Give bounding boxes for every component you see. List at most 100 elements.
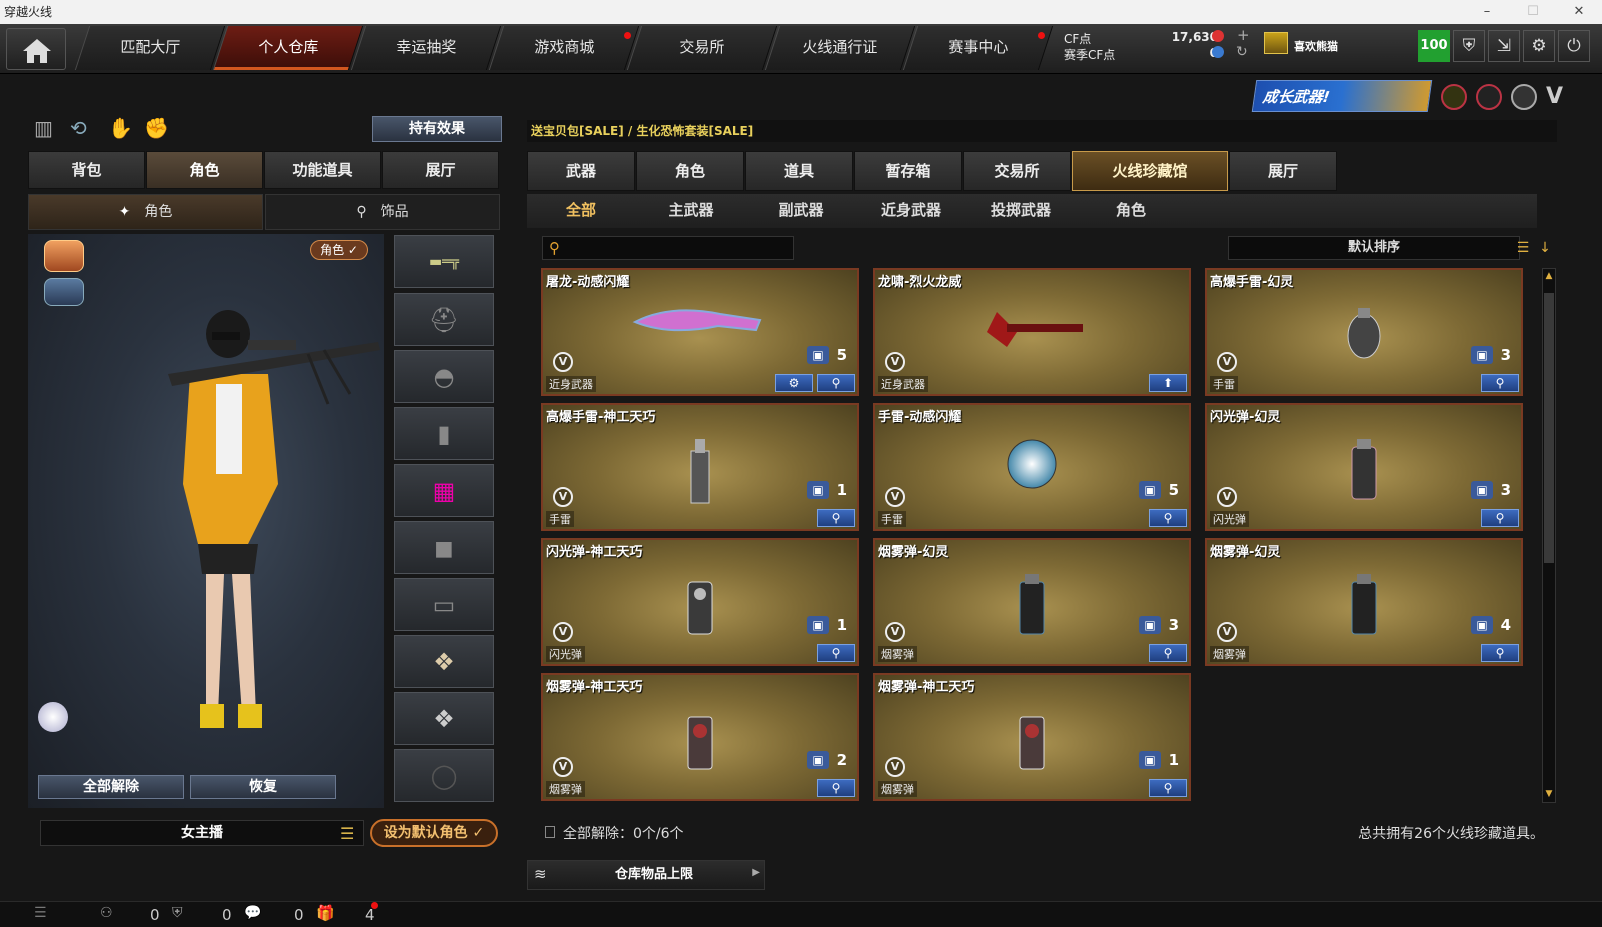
sort-dropdown[interactable]: 默认排序 <box>1228 236 1520 260</box>
item-card[interactable]: 烟雾弹-神工天巧 V ▣ 2 烟雾弹 ⚲ <box>541 673 859 801</box>
remove-all-checkbox[interactable] <box>545 826 555 838</box>
scroll-up-icon[interactable]: ▲ <box>1544 271 1554 281</box>
inspect-button[interactable]: ⚲ <box>1481 644 1519 662</box>
storage-limit-bar[interactable]: ≋ 仓库物品上限 ▶ <box>527 860 765 890</box>
subtab-character[interactable]: ✦ 角色 <box>28 194 263 230</box>
slot-primary-weapon[interactable]: ▬═╦ <box>394 235 494 288</box>
minimize-icon[interactable]: – <box>1464 0 1510 24</box>
logout-icon[interactable]: ⇲ <box>1488 30 1520 62</box>
close-icon[interactable]: ✕ <box>1556 0 1602 24</box>
item-card[interactable]: 烟雾弹-神工天巧 V ▣ 1 烟雾弹 ⚲ <box>873 673 1191 801</box>
left-tab-0[interactable]: 背包 <box>28 151 145 189</box>
filter-tab-5[interactable]: 角色 <box>1077 196 1185 226</box>
filter-tab-3[interactable]: 近身武器 <box>857 196 965 226</box>
level-badge[interactable]: 100 <box>1418 30 1450 62</box>
vip-v-icon[interactable]: V <box>1546 84 1563 109</box>
nav-tab-2[interactable]: 幸运抽奖 <box>350 26 502 70</box>
right-tab-2[interactable]: 道具 <box>745 151 853 191</box>
maximize-icon[interactable]: ☐ <box>1510 0 1556 24</box>
wolf-emblem-icon[interactable] <box>1511 84 1537 110</box>
slot-helmet[interactable]: ⛑ <box>394 293 494 346</box>
inspect-button[interactable]: ⚲ <box>817 374 855 392</box>
gear-icon[interactable]: ⚙ <box>1523 30 1555 62</box>
item-card[interactable]: 闪光弹-神工天巧 V ▣ 1 闪光弹 ⚲ <box>541 538 859 666</box>
settings-button[interactable]: ⚙ <box>775 374 813 392</box>
restore-button[interactable]: 恢复 <box>190 775 336 799</box>
inspect-button[interactable]: ⚲ <box>817 644 855 662</box>
wolf-avatar-icon[interactable] <box>44 240 84 272</box>
item-card[interactable]: 高爆手雷-幻灵 V ▣ 3 手雷 ⚲ <box>1205 268 1523 396</box>
inspect-button[interactable]: ⚲ <box>1481 374 1519 392</box>
slot-glasses[interactable]: ◓ <box>394 350 494 403</box>
set-default-character-button[interactable]: 设为默认角色 ✓ <box>370 819 498 847</box>
slot-pet[interactable]: ❖ <box>394 635 494 688</box>
left-tab-3[interactable]: 展厅 <box>382 151 499 189</box>
glove-icon[interactable]: ✊ <box>144 116 169 140</box>
item-card[interactable]: 烟雾弹-幻灵 V ▣ 3 烟雾弹 ⚲ <box>873 538 1191 666</box>
power-icon[interactable]: ⏻ <box>1558 30 1590 62</box>
rotate-view-icon[interactable]: ⟲ <box>70 116 87 140</box>
wolf-avatar-alt-icon[interactable] <box>44 278 84 306</box>
scroll-thumb[interactable] <box>1544 293 1554 563</box>
growth-weapon-banner[interactable]: 成长武器! <box>1251 80 1433 112</box>
sort-list-icon[interactable]: ☰ <box>1513 236 1533 260</box>
refresh-icon[interactable]: ↻ <box>1236 44 1248 60</box>
disc-settings-icon[interactable] <box>38 702 68 732</box>
gift-icon[interactable]: 🎁 <box>316 904 335 922</box>
shield-icon[interactable]: ⛨ <box>1453 30 1485 62</box>
right-tab-1[interactable]: 角色 <box>636 151 744 191</box>
add-cf-icon[interactable]: + <box>1237 26 1250 44</box>
inspect-button[interactable]: ⚲ <box>1149 779 1187 797</box>
upgrade-button[interactable]: ⬆ <box>1149 374 1187 392</box>
role-badge[interactable]: 角色 ✓ <box>310 240 368 260</box>
character-name-field[interactable]: 女主播 <box>40 820 364 846</box>
search-field[interactable]: ⚲ <box>542 236 794 260</box>
slot-backpack[interactable]: ▦ <box>394 464 494 517</box>
item-scrollbar[interactable]: ▲ ▼ <box>1542 268 1556 803</box>
list-icon[interactable]: ☰ <box>34 905 47 921</box>
filter-tab-1[interactable]: 主武器 <box>637 196 745 226</box>
inspect-button[interactable]: ⚲ <box>817 779 855 797</box>
character-preview[interactable]: 角色 ✓ <box>28 234 384 808</box>
nav-tab-6[interactable]: 赛事中心 <box>902 26 1054 70</box>
search-input[interactable] <box>571 239 785 257</box>
home-button[interactable] <box>6 28 66 70</box>
scroll-down-icon[interactable]: ▼ <box>1544 789 1554 799</box>
menu-list-icon[interactable]: ☰ <box>340 824 354 843</box>
inspect-button[interactable]: ⚲ <box>817 509 855 527</box>
sale-marquee[interactable]: 送宝贝包[SALE] / 生化恐怖套装[SALE] <box>527 120 1557 142</box>
friends-icon[interactable]: ⚇ <box>100 905 113 921</box>
item-card[interactable]: 高爆手雷-神工天巧 V ▣ 1 手雷 ⚲ <box>541 403 859 531</box>
filter-tab-4[interactable]: 投掷武器 <box>967 196 1075 226</box>
slot-pants[interactable]: ▭ <box>394 578 494 631</box>
left-tab-1[interactable]: 角色 <box>146 151 263 189</box>
sort-desc-icon[interactable]: ↓ <box>1535 236 1555 260</box>
item-card[interactable]: 闪光弹-幻灵 V ▣ 3 闪光弹 ⚲ <box>1205 403 1523 531</box>
nav-tab-5[interactable]: 火线通行证 <box>764 26 916 70</box>
slot-pet-alt[interactable]: ❖ <box>394 692 494 745</box>
expand-right-icon[interactable]: ▶ <box>752 867 760 878</box>
slot-vest[interactable]: ◼ <box>394 521 494 574</box>
inspect-button[interactable]: ⚲ <box>1149 509 1187 527</box>
right-tab-0[interactable]: 武器 <box>527 151 635 191</box>
crosshair-icon[interactable] <box>1476 84 1502 110</box>
filter-tab-2[interactable]: 副武器 <box>747 196 855 226</box>
right-tab-3[interactable]: 暂存箱 <box>854 151 962 191</box>
v-emblem-icon[interactable] <box>1441 84 1467 110</box>
item-card[interactable]: 手雷-动感闪耀 V ▣ 5 手雷 ⚲ <box>873 403 1191 531</box>
left-tab-2[interactable]: 功能道具 <box>264 151 381 189</box>
stats-icon[interactable]: ▥ <box>34 116 53 140</box>
item-card[interactable]: 烟雾弹-幻灵 V ▣ 4 烟雾弹 ⚲ <box>1205 538 1523 666</box>
item-card[interactable]: 龙啸-烈火龙威 V 近身武器 ⬆ <box>873 268 1191 396</box>
right-tab-6[interactable]: 展厅 <box>1229 151 1337 191</box>
filter-tab-0[interactable]: 全部 <box>527 196 635 226</box>
nav-tab-1[interactable]: 个人仓库 <box>212 26 364 70</box>
right-tab-4[interactable]: 交易所 <box>963 151 1071 191</box>
slot-ring[interactable]: ◯ <box>394 749 494 802</box>
inspect-button[interactable]: ⚲ <box>1149 644 1187 662</box>
chat-icon[interactable]: 💬 <box>244 905 261 921</box>
held-effects-button[interactable]: 持有效果 <box>372 116 502 142</box>
slot-radio[interactable]: ▮ <box>394 407 494 460</box>
nav-tab-0[interactable]: 匹配大厅 <box>74 26 226 70</box>
subtab-accessory[interactable]: ⚲ 饰品 <box>265 194 500 230</box>
